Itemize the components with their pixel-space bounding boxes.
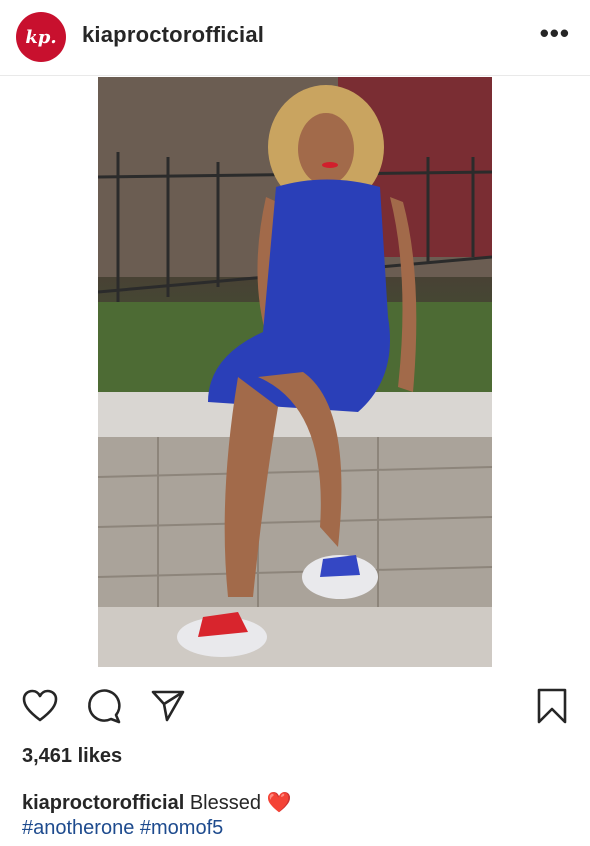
more-options-icon[interactable]: ••• [540, 18, 570, 49]
post-image-illustration [98, 77, 492, 667]
avatar[interactable]: kp. [16, 12, 66, 62]
hashtag-momof5[interactable]: #momof5 [140, 817, 223, 839]
action-bar [0, 680, 590, 736]
heart-emoji: ❤️ [266, 792, 292, 814]
post-image[interactable] [98, 77, 492, 667]
post-caption: kiaproctorofficial Blessed ❤️ [22, 788, 291, 818]
caption-username[interactable]: kiaproctorofficial [22, 792, 184, 814]
hashtag-anotherone[interactable]: #anotherone [22, 817, 134, 839]
heart-icon[interactable] [20, 686, 60, 726]
username-link[interactable]: kiaproctorofficial [82, 22, 264, 48]
like-count[interactable]: 3,461 likes [22, 745, 122, 768]
bookmark-icon[interactable] [532, 686, 572, 726]
comment-icon[interactable] [84, 686, 124, 726]
share-icon[interactable] [148, 686, 188, 726]
hashtag-list: #anotherone #momof5 [22, 817, 223, 840]
caption-text: Blessed [189, 792, 261, 814]
post-header: kp. kiaproctorofficial ••• [0, 0, 590, 76]
